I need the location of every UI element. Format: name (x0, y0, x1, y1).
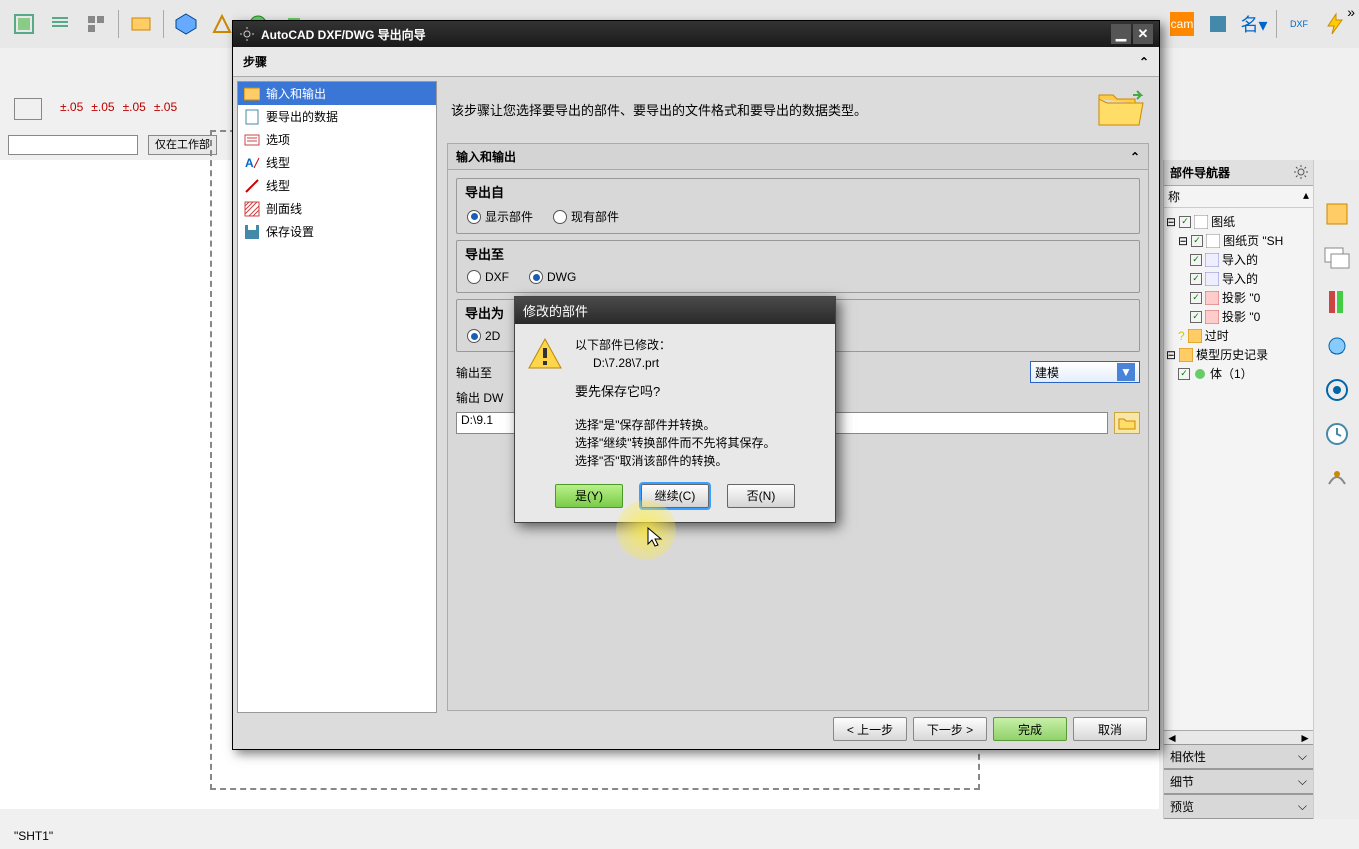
radio-dwg[interactable]: DWG (529, 270, 576, 284)
toolbar-overflow-icon[interactable]: » (1347, 4, 1355, 20)
resource-bar (1313, 160, 1359, 819)
wizard-titlebar[interactable]: AutoCAD DXF/DWG 导出向导 ▁ ✕ (233, 21, 1159, 47)
strip-icon[interactable] (1323, 464, 1351, 492)
group-export-from: 导出自 显示部件 现有部件 (456, 178, 1140, 234)
viewport-indicator (14, 98, 42, 120)
radio-display-part[interactable]: 显示部件 (467, 208, 533, 225)
strip-icon[interactable] (1323, 288, 1351, 316)
toolbar-icon[interactable] (80, 8, 112, 40)
toolbar-icon[interactable] (44, 8, 76, 40)
work-part-only-button[interactable]: 仅在工作部 (148, 135, 217, 155)
step-options[interactable]: 选项 (238, 128, 436, 151)
svg-text:cam: cam (1171, 17, 1194, 31)
modal-titlebar[interactable]: 修改的部件 (515, 297, 835, 324)
tree-node-import[interactable]: ✓ 导入的 (1166, 250, 1311, 269)
wizard-footer: < 上一步 下一步 > 完成 取消 (833, 717, 1147, 741)
layer-dropdown[interactable] (8, 135, 138, 155)
status-bar-text: "SHT1" (14, 829, 53, 843)
toolbar-icon-name[interactable]: 名▾ (1238, 8, 1270, 40)
navigator-tree[interactable]: ⊟ ✓ 图纸 ⊟ ✓ 图纸页 "SH ✓ 导入的 ✓ 导入的 ✓ 投影 "0 ✓… (1164, 208, 1313, 730)
tree-node-sheet[interactable]: ⊟ ✓ 图纸页 "SH (1166, 231, 1311, 250)
warning-icon (527, 336, 563, 372)
collapse-icon[interactable]: ⌃ (1130, 150, 1140, 164)
part-navigator-panel: 部件导航器 称 ▴ ⊟ ✓ 图纸 ⊟ ✓ 图纸页 "SH ✓ 导入的 ✓ 导入的… (1163, 160, 1313, 819)
tree-node-projection[interactable]: ✓ 投影 "0 (1166, 288, 1311, 307)
group-export-to: 导出至 DXF DWG (456, 240, 1140, 293)
no-button[interactable]: 否(N) (727, 484, 795, 508)
gear-icon[interactable] (1291, 162, 1311, 182)
section-detail[interactable]: 细节⌵ (1164, 769, 1313, 794)
step-linetype2[interactable]: 线型 (238, 174, 436, 197)
step-save-settings[interactable]: 保存设置 (238, 220, 436, 243)
continue-button[interactable]: 继续(C) (641, 484, 709, 508)
toolbar-icon[interactable] (170, 8, 202, 40)
step-input-output[interactable]: 输入和输出 (238, 82, 436, 105)
wizard-step-list: 输入和输出 要导出的数据 选项 A线型 线型 剖面线 保存设置 (237, 81, 437, 713)
tree-node-drawing[interactable]: ⊟ ✓ 图纸 (1166, 212, 1311, 231)
wizard-title-text: AutoCAD DXF/DWG 导出向导 (261, 26, 426, 43)
modal-message: 以下部件已修改： D:\7.28\7.prt (575, 336, 671, 372)
prev-button[interactable]: < 上一步 (833, 717, 907, 741)
toolbar-icon-dxf[interactable]: DXF (1283, 8, 1315, 40)
radio-dxf[interactable]: DXF (467, 270, 509, 284)
tree-node-body[interactable]: ✓ 体（1） (1166, 364, 1311, 383)
step-hatching[interactable]: 剖面线 (238, 197, 436, 220)
tree-node-outdated[interactable]: ? 过时 (1166, 326, 1311, 345)
tree-node-import[interactable]: ✓ 导入的 (1166, 269, 1311, 288)
radio-existing-part[interactable]: 现有部件 (553, 208, 619, 225)
section-title-io: 输入和输出 ⌃ (447, 143, 1149, 169)
tree-node-projection[interactable]: ✓ 投影 "0 (1166, 307, 1311, 326)
tree-node-history[interactable]: ⊟ 模型历史记录 (1166, 345, 1311, 364)
folder-icon (1118, 416, 1136, 430)
modified-parts-dialog: 修改的部件 以下部件已修改： D:\7.28\7.prt 要先保存它吗? 选择"… (514, 296, 836, 523)
strip-icon[interactable] (1323, 332, 1351, 360)
tree-hscroll[interactable]: ◄► (1164, 730, 1313, 744)
finish-button[interactable]: 完成 (993, 717, 1067, 741)
panel-title-text: 部件导航器 (1170, 164, 1230, 181)
step-data-to-export[interactable]: 要导出的数据 (238, 105, 436, 128)
toolbar-icon-lightning[interactable] (1319, 8, 1351, 40)
folder-open-icon (1097, 89, 1145, 129)
svg-text:A: A (245, 156, 254, 170)
toolbar-icon[interactable] (1202, 8, 1234, 40)
step-linetype[interactable]: A线型 (238, 151, 436, 174)
strip-icon[interactable] (1323, 244, 1351, 272)
close-button[interactable]: ✕ (1133, 24, 1153, 44)
output-to-select[interactable]: 建模 ▼ (1030, 361, 1140, 383)
strip-icon[interactable] (1323, 200, 1351, 228)
minimize-button[interactable]: ▁ (1111, 24, 1131, 44)
output-to-label: 输出至 (456, 364, 492, 381)
radio-2d[interactable]: 2D (467, 329, 500, 343)
strip-icon[interactable] (1323, 376, 1351, 404)
section-dependency[interactable]: 相依性⌵ (1164, 744, 1313, 769)
collapse-icon[interactable]: ⌃ (1139, 55, 1149, 69)
browse-button[interactable] (1114, 412, 1140, 434)
gear-icon (239, 26, 255, 42)
yes-button[interactable]: 是(Y) (555, 484, 623, 508)
wizard-steps-header: 步骤 ⌃ (233, 47, 1159, 77)
toolbar-icon-cam[interactable]: cam (1166, 8, 1198, 40)
toolbar-icon[interactable] (8, 8, 40, 40)
step-description: 该步骤让您选择要导出的部件、要导出的文件格式和要导出的数据类型。 (451, 100, 1087, 119)
dimension-indicators: ±.05 ±.05 ±.05 ±.05 (60, 100, 177, 114)
strip-icon-clock[interactable] (1323, 420, 1351, 448)
next-button[interactable]: 下一步 > (913, 717, 987, 741)
toolbar-icon[interactable] (125, 8, 157, 40)
dropdown-arrow-icon: ▼ (1117, 363, 1135, 381)
cancel-button[interactable]: 取消 (1073, 717, 1147, 741)
modal-hints: 选择"是"保存部件并转换。 选择"继续"转换部件而不先将其保存。 选择"否"取消… (575, 416, 823, 470)
output-dwg-label: 输出 DW (456, 389, 503, 406)
tree-header: 称 ▴ (1164, 186, 1313, 208)
section-preview[interactable]: 预览⌵ (1164, 794, 1313, 819)
modal-question: 要先保存它吗? (575, 382, 823, 402)
